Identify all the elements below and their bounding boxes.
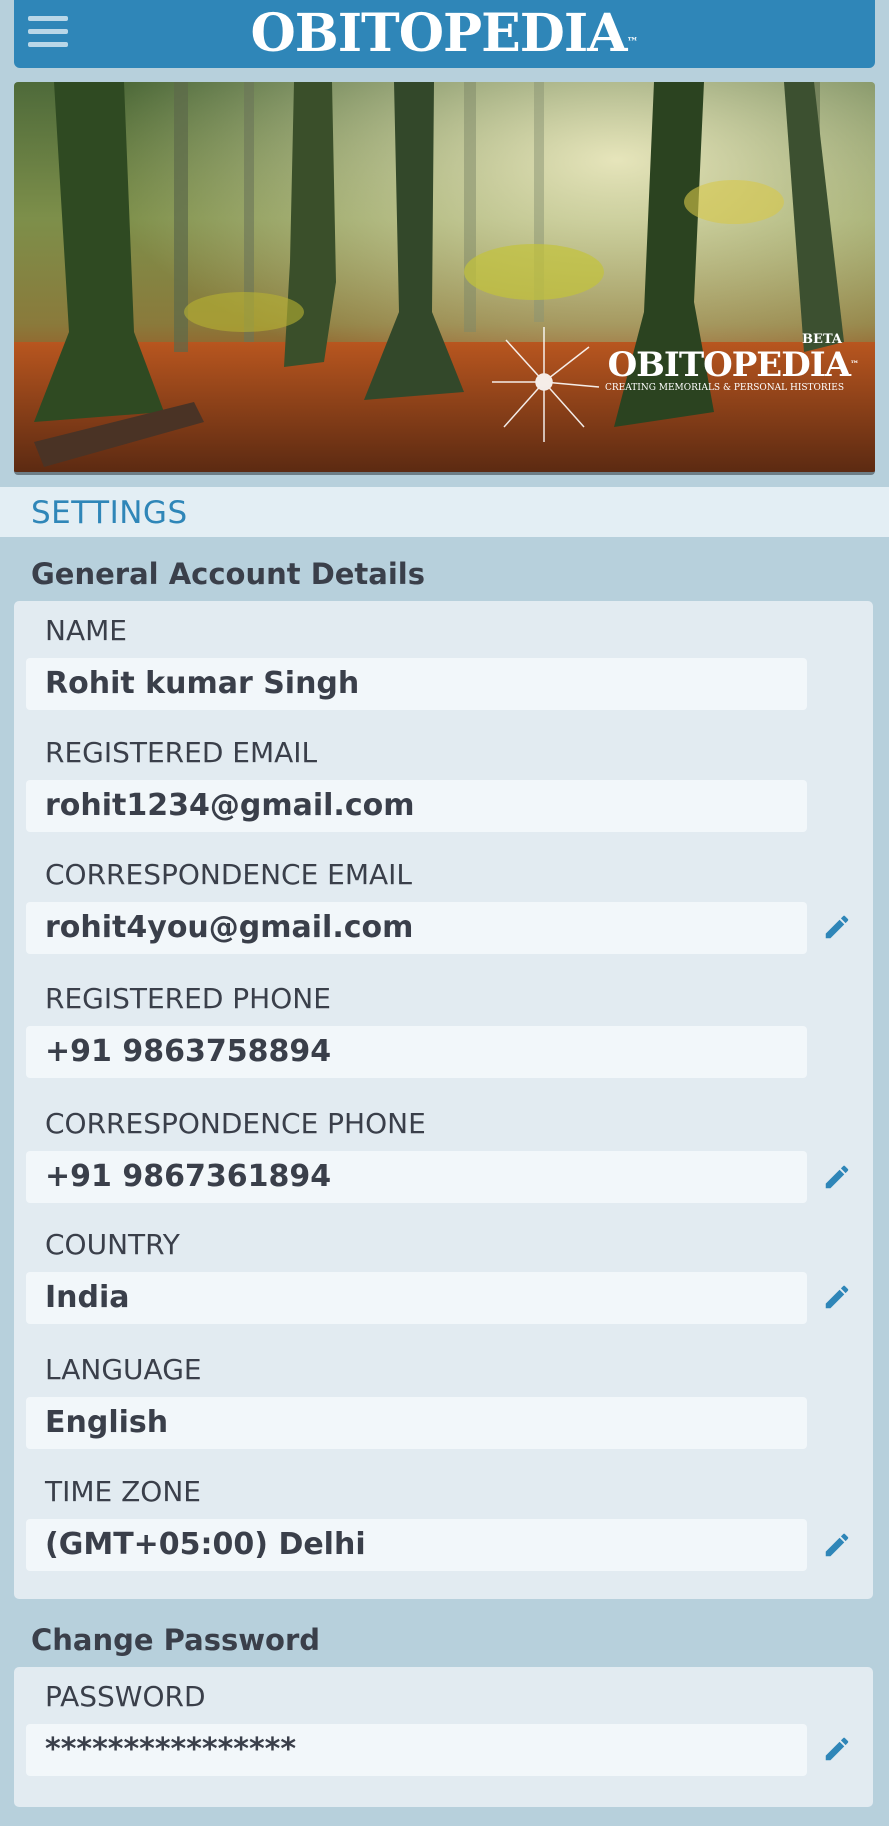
field-label-correspondence-phone: CORRESPONDENCE PHONE [45,1107,426,1140]
correspondence-phone-value: +91 9867361894 [45,1159,332,1194]
registered-email-field: rohit1234@gmail.com [26,780,807,832]
edit-password-pencil-icon[interactable] [822,1734,852,1764]
field-label-correspondence-email: CORRESPONDENCE EMAIL [45,858,413,891]
hero-banner-image: BETA OBITOPEDIA™ CREATING MEMORIALS & PE… [14,82,875,475]
edit-country-pencil-icon[interactable] [822,1282,852,1312]
brand-logo[interactable]: OBITOPEDIA™ [14,6,875,62]
edit-correspondence-phone-pencil-icon[interactable] [822,1162,852,1192]
field-label-language: LANGUAGE [45,1353,202,1386]
password-section-title: Change Password [31,1623,321,1657]
time-zone-value: (GMT+05:00) Delhi [45,1527,366,1562]
settings-header: SETTINGS [0,487,889,537]
banner-logo: BETA OBITOPEDIA™ CREATING MEMORIALS & PE… [598,332,859,393]
registered-phone-value: +91 9863758894 [45,1034,332,1069]
correspondence-email-field: rohit4you@gmail.com [26,902,807,954]
page-title: SETTINGS [31,495,188,531]
name-field: Rohit kumar Singh [26,658,807,710]
language-field: English [26,1397,807,1449]
registered-email-value: rohit1234@gmail.com [45,788,415,823]
brand-name: OBITOPEDIA [250,3,627,64]
banner-tagline: CREATING MEMORIALS & PERSONAL HISTORIES [605,383,844,393]
country-field: India [26,1272,807,1324]
language-value: English [45,1405,169,1440]
edit-correspondence-email-pencil-icon[interactable] [822,912,852,942]
general-section-title: General Account Details [31,557,426,591]
banner-brand: OBITOPEDIA [607,345,851,385]
name-value: Rohit kumar Singh [45,666,360,701]
time-zone-field: (GMT+05:00) Delhi [26,1519,807,1571]
trademark-mark: ™ [626,35,639,49]
registered-phone-field: +91 9863758894 [26,1026,807,1078]
field-label-registered-phone: REGISTERED PHONE [45,982,331,1015]
field-label-name: NAME [45,614,127,647]
change-password-card: PASSWORD **************** [14,1667,873,1807]
password-value: **************** [45,1732,297,1767]
field-label-password: PASSWORD [45,1680,206,1713]
correspondence-phone-field: +91 9867361894 [26,1151,807,1203]
correspondence-email-value: rohit4you@gmail.com [45,910,414,945]
edit-time-zone-pencil-icon[interactable] [822,1530,852,1560]
password-field: **************** [26,1724,807,1776]
country-value: India [45,1280,130,1315]
general-account-card: NAME Rohit kumar Singh REGISTERED EMAIL … [14,601,873,1599]
banner-trademark: ™ [850,360,859,370]
top-bar: OBITOPEDIA™ [14,0,875,68]
field-label-country: COUNTRY [45,1228,180,1261]
field-label-registered-email: REGISTERED EMAIL [45,736,318,769]
forest-illustration [14,82,875,472]
field-label-time-zone: TIME ZONE [45,1475,201,1508]
